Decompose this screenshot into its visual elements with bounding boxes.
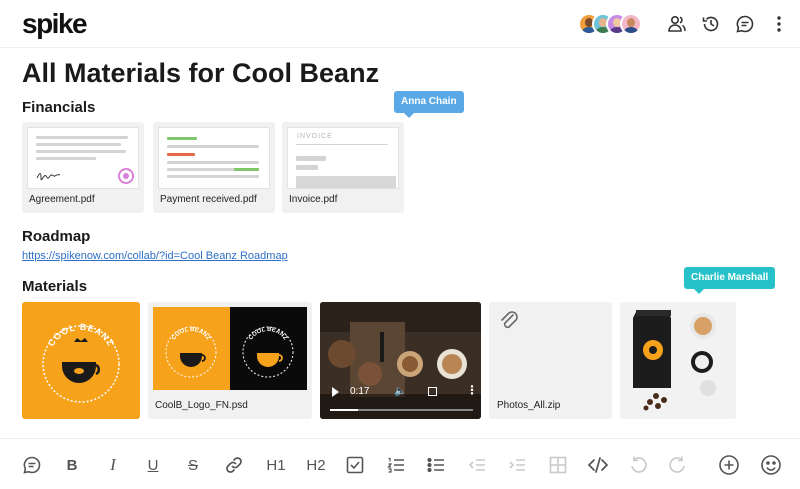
section-title-financials: Financials: [22, 99, 96, 116]
roadmap-link[interactable]: https://spikenow.com/collab/?id=Cool Bea…: [22, 250, 288, 262]
spike-logo[interactable]: spike: [22, 9, 88, 39]
material-video[interactable]: 0:17 🔈 ⋮: [320, 302, 481, 419]
bold-button[interactable]: B: [60, 453, 84, 477]
signature-icon: [36, 173, 61, 181]
svg-text:COOL BEANZ: COOL BEANZ: [46, 322, 116, 348]
link-icon[interactable]: [222, 453, 246, 477]
add-icon[interactable]: [717, 453, 741, 477]
pdf-thumbnail: [158, 127, 270, 189]
outdent-icon[interactable]: [465, 453, 489, 477]
video-time: 0:17: [350, 386, 370, 397]
avatar[interactable]: [620, 13, 642, 35]
bullet-list-icon[interactable]: [424, 453, 448, 477]
file-name: Invoice.pdf: [289, 194, 338, 205]
checklist-icon[interactable]: [343, 453, 367, 477]
material-image-cool-beanz-logo[interactable]: COOL BEANZ: [22, 302, 140, 419]
coffee-product-photo-icon: [620, 302, 736, 419]
file-name: Photos_All.zip: [497, 400, 561, 411]
collaborator-cursor-anna: Anna Chain: [394, 91, 464, 118]
top-bar: spike: [0, 0, 800, 48]
file-name: Agreement.pdf: [29, 194, 95, 205]
file-card-invoice[interactable]: INVOICE Invoice.pdf: [282, 122, 404, 213]
code-icon[interactable]: [586, 453, 610, 477]
material-file-psd[interactable]: COOL BEANZ COOL BEANZ CoolB_Logo_FN.psd: [148, 302, 312, 419]
history-icon[interactable]: [699, 12, 723, 36]
indent-icon[interactable]: [505, 453, 529, 477]
more-vertical-icon[interactable]: [767, 12, 791, 36]
svg-text:COOL BEANZ: COOL BEANZ: [248, 327, 288, 342]
comments-icon[interactable]: [733, 12, 757, 36]
file-name: CoolB_Logo_FN.psd: [155, 400, 248, 411]
emoji-icon[interactable]: [759, 453, 783, 477]
play-icon[interactable]: [332, 387, 339, 397]
participants-icon[interactable]: [665, 12, 689, 36]
heading-2-button[interactable]: H2: [302, 453, 330, 477]
pdf-thumbnail: INVOICE: [287, 127, 399, 189]
logo-text: COOL BEANZ: [46, 322, 115, 348]
file-card-payment-received[interactable]: Payment received.pdf: [153, 122, 275, 213]
pdf-thumbnail: [27, 127, 139, 189]
fullscreen-icon[interactable]: [428, 387, 437, 396]
invoice-thumb-label: INVOICE: [297, 133, 333, 140]
collaborator-avatars[interactable]: [578, 13, 642, 35]
paperclip-icon: [501, 311, 518, 329]
psd-thumb-black: COOL BEANZ: [230, 307, 307, 390]
section-title-materials: Materials: [22, 278, 88, 295]
section-title-roadmap: Roadmap: [22, 228, 91, 245]
file-card-agreement[interactable]: Agreement.pdf: [22, 122, 144, 213]
undo-icon[interactable]: [626, 453, 650, 477]
file-name: Payment received.pdf: [160, 194, 257, 205]
material-file-zip[interactable]: Photos_All.zip: [489, 302, 612, 419]
italic-button[interactable]: I: [101, 453, 125, 477]
strikethrough-button[interactable]: S: [181, 453, 205, 477]
editor-toolbar: B I U S H1 H2: [0, 438, 800, 489]
comment-icon[interactable]: [20, 453, 44, 477]
numbered-list-icon[interactable]: [384, 453, 408, 477]
page-title: All Materials for Cool Beanz: [22, 58, 380, 88]
video-more-icon[interactable]: ⋮: [466, 384, 478, 396]
coffee-logo-icon: COOL BEANZ: [42, 322, 120, 403]
volume-icon[interactable]: 🔈: [394, 386, 406, 397]
underline-button[interactable]: U: [141, 453, 165, 477]
material-image-product-photo[interactable]: [620, 302, 736, 419]
collaborator-cursor-charlie: Charlie Marshall: [684, 267, 776, 294]
table-icon[interactable]: [546, 453, 570, 477]
psd-thumb-orange: COOL BEANZ: [153, 307, 230, 390]
redo-icon[interactable]: [666, 453, 690, 477]
coffee-video-frame: [320, 302, 481, 419]
svg-text:COOL BEANZ: COOL BEANZ: [171, 327, 211, 342]
heading-1-button[interactable]: H1: [262, 453, 290, 477]
